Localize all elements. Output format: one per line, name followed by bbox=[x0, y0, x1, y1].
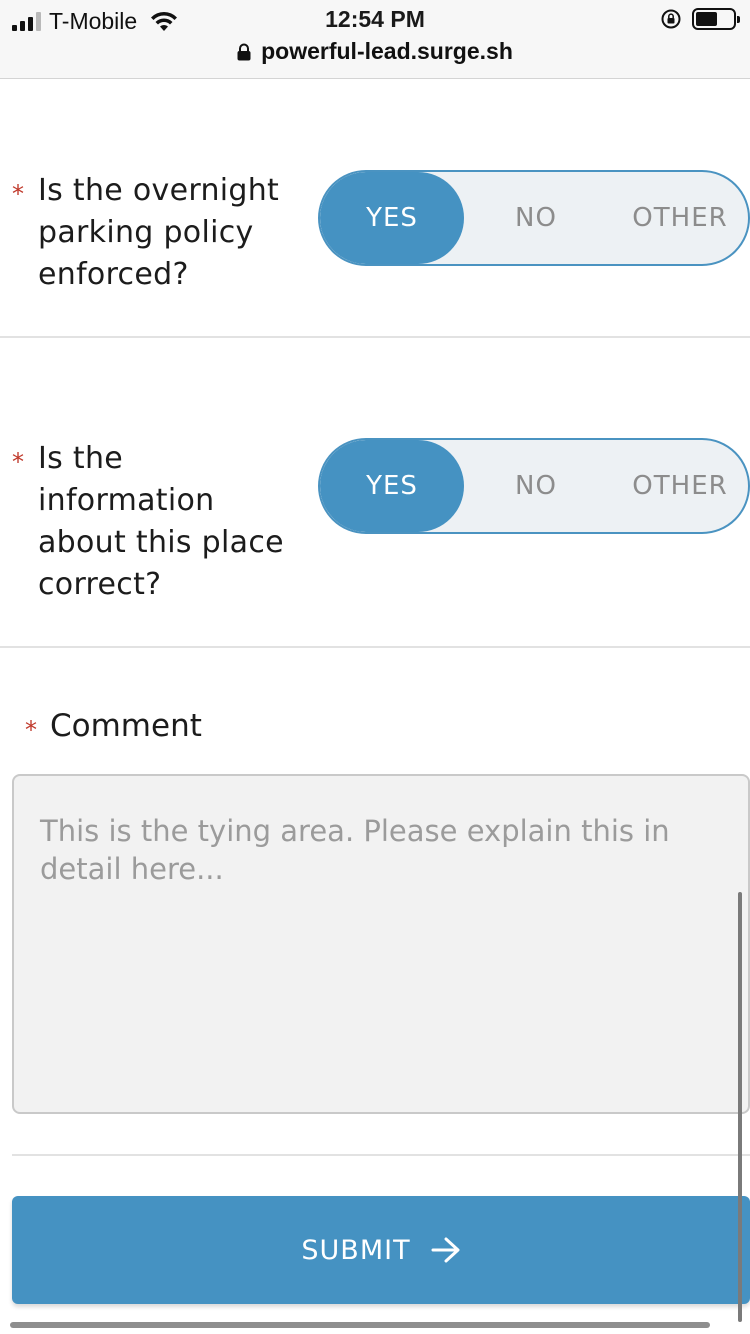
divider bbox=[0, 646, 750, 648]
answer-toggle: YES NO OTHER bbox=[318, 170, 750, 266]
divider bbox=[12, 1154, 750, 1156]
option-other[interactable]: OTHER bbox=[608, 440, 748, 532]
option-no[interactable]: NO bbox=[464, 172, 608, 264]
question-label: Is the overnight parking policy enforced… bbox=[38, 170, 279, 296]
address-bar[interactable]: powerful-lead.surge.sh bbox=[0, 38, 750, 65]
option-other[interactable]: OTHER bbox=[608, 172, 748, 264]
rotation-lock-icon bbox=[661, 9, 681, 29]
submit-label: SUBMIT bbox=[301, 1234, 411, 1266]
scrollbar[interactable] bbox=[738, 892, 742, 1322]
option-yes[interactable]: YES bbox=[320, 440, 464, 532]
question-label-line: correct? bbox=[38, 567, 162, 602]
question-label-line: Is the bbox=[38, 441, 124, 476]
question-label-line: parking policy bbox=[38, 215, 254, 250]
question-label-line: information bbox=[38, 483, 215, 518]
divider bbox=[0, 336, 750, 338]
comment-textarea[interactable] bbox=[12, 774, 750, 1114]
clock: 12:54 PM bbox=[325, 6, 425, 32]
submit-button[interactable]: SUBMIT bbox=[12, 1196, 750, 1304]
comment-label: Comment bbox=[50, 708, 202, 744]
question-label-line: about this place bbox=[38, 525, 284, 560]
option-yes[interactable]: YES bbox=[320, 172, 464, 264]
question-label-line: Is the overnight bbox=[38, 173, 280, 208]
required-marker: * bbox=[25, 716, 37, 744]
arrow-right-icon bbox=[431, 1237, 460, 1263]
answer-toggle: YES NO OTHER bbox=[318, 438, 750, 534]
required-marker: * bbox=[12, 448, 24, 476]
home-indicator bbox=[10, 1322, 710, 1328]
browser-top-bar: T-Mobile 12:54 PM powerful-lead.surge.sh bbox=[0, 0, 750, 79]
battery-icon bbox=[692, 8, 740, 30]
lock-icon bbox=[237, 43, 251, 60]
question-label-line: enforced? bbox=[38, 257, 189, 292]
option-no[interactable]: NO bbox=[464, 440, 608, 532]
required-marker: * bbox=[12, 180, 24, 208]
url-text: powerful-lead.surge.sh bbox=[261, 38, 513, 64]
question-label: Is the information about this place corr… bbox=[38, 438, 284, 606]
